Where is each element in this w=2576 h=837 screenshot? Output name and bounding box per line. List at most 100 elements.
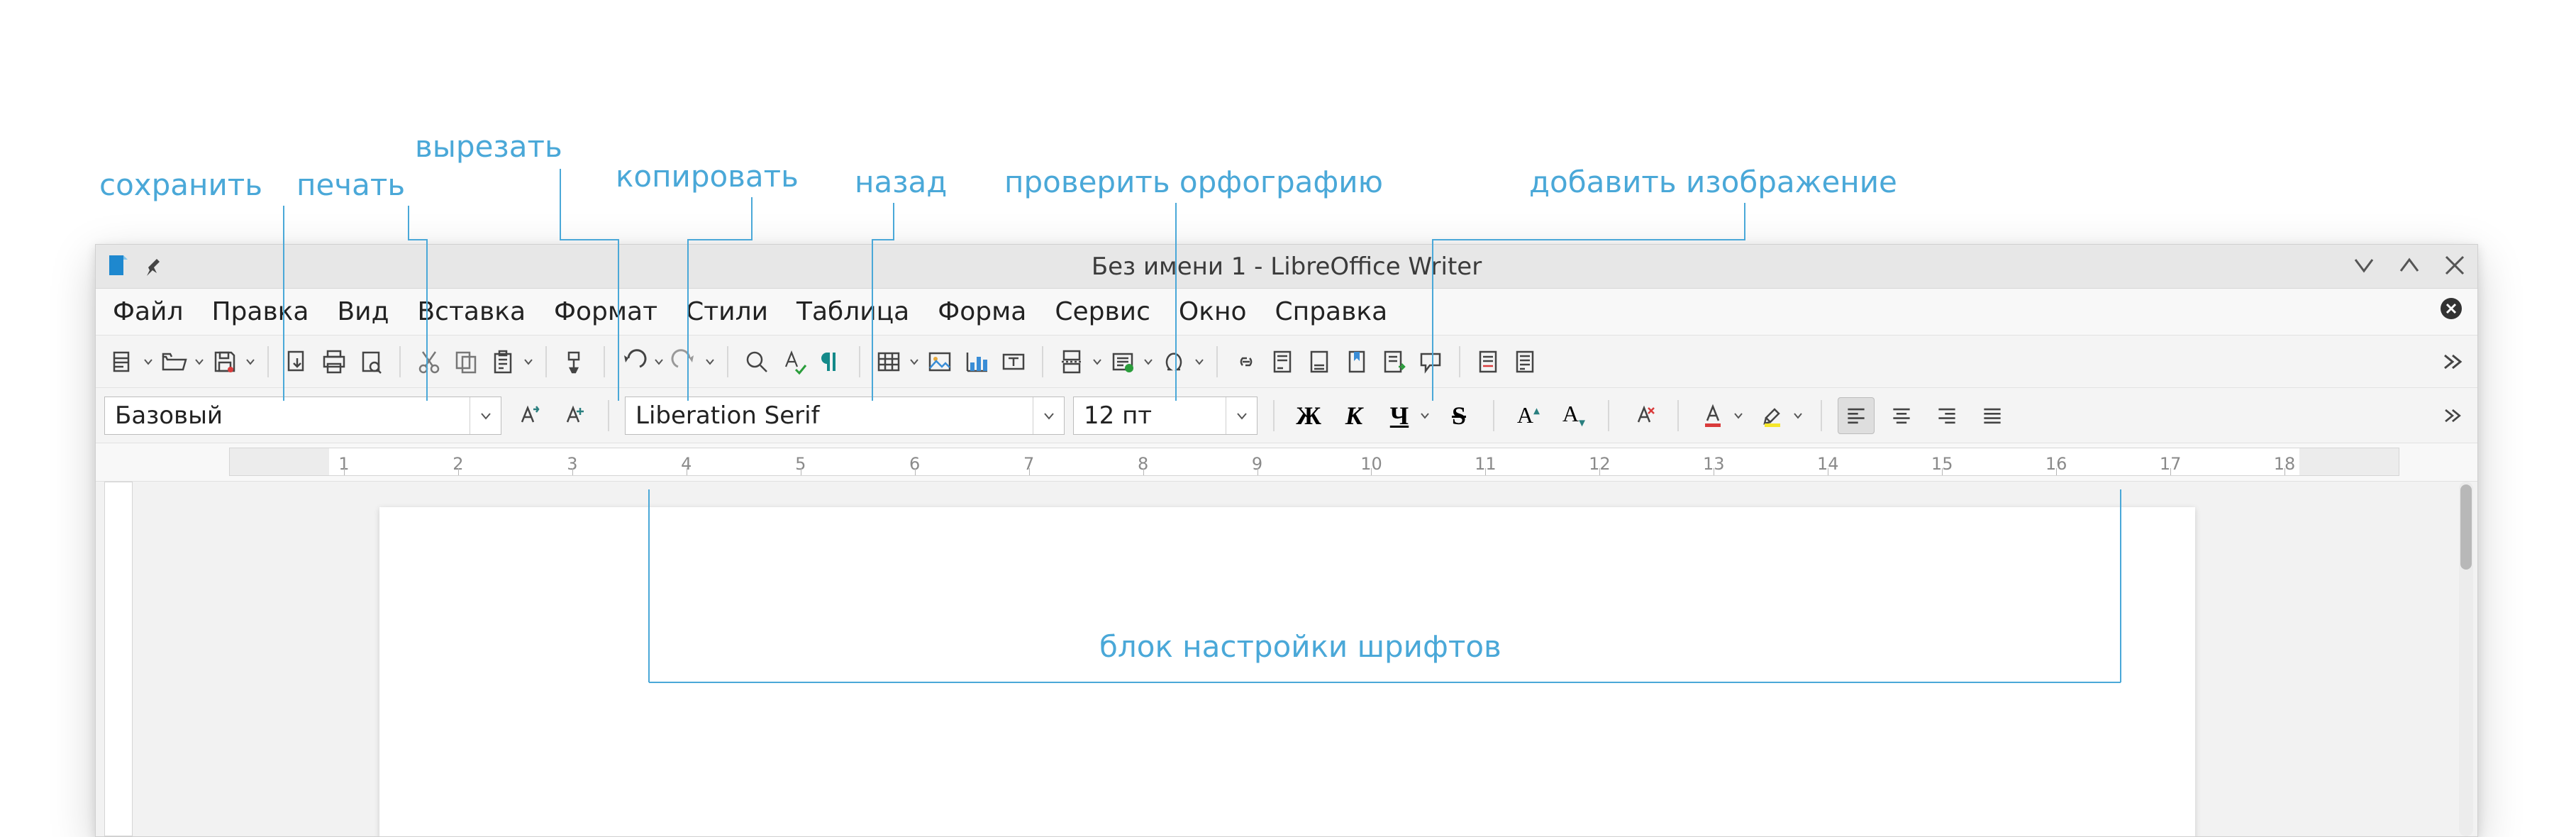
fmt-toolbar-overflow-button[interactable] bbox=[2433, 397, 2470, 434]
open-dropdown[interactable] bbox=[192, 343, 206, 380]
paste-button[interactable] bbox=[484, 343, 521, 380]
menu-format[interactable]: Формат bbox=[554, 297, 657, 326]
insert-field-button[interactable] bbox=[1104, 343, 1141, 380]
show-changes-button[interactable] bbox=[1507, 343, 1544, 380]
insert-chart-button[interactable] bbox=[958, 343, 995, 380]
menu-styles[interactable]: Стили bbox=[686, 297, 768, 326]
window-minimize-button[interactable] bbox=[2351, 253, 2377, 281]
font-name-dropdown[interactable] bbox=[1033, 397, 1064, 434]
italic-button[interactable]: К bbox=[1336, 397, 1372, 434]
highlight-color-button[interactable] bbox=[1754, 397, 1791, 434]
align-left-button[interactable] bbox=[1838, 397, 1875, 434]
menu-help[interactable]: Справка bbox=[1275, 297, 1388, 326]
new-style-button[interactable] bbox=[555, 397, 592, 434]
window-close-button[interactable] bbox=[2442, 253, 2467, 281]
insert-special-char-dropdown[interactable] bbox=[1192, 343, 1206, 380]
copy-button[interactable] bbox=[448, 343, 484, 380]
insert-endnote-button[interactable] bbox=[1301, 343, 1338, 380]
separator bbox=[604, 346, 605, 377]
paragraph-style-combo[interactable]: Базовый bbox=[104, 397, 501, 435]
bold-button[interactable]: Ж bbox=[1290, 397, 1327, 434]
paragraph-style-dropdown[interactable] bbox=[470, 397, 501, 434]
redo-dropdown[interactable] bbox=[703, 343, 717, 380]
standard-toolbar bbox=[96, 336, 2477, 388]
align-justify-button[interactable] bbox=[1974, 397, 2011, 434]
scrollbar-thumb[interactable] bbox=[2460, 484, 2472, 570]
insert-table-button[interactable] bbox=[870, 343, 907, 380]
document-area bbox=[96, 482, 2477, 836]
print-preview-button[interactable] bbox=[352, 343, 389, 380]
insert-hyperlink-button[interactable] bbox=[1228, 343, 1265, 380]
subscript-button[interactable]: A▾ bbox=[1555, 397, 1592, 434]
formatting-marks-button[interactable] bbox=[812, 343, 849, 380]
document-page[interactable] bbox=[379, 507, 2195, 836]
menu-tools[interactable]: Сервис bbox=[1055, 297, 1150, 326]
clear-formatting-button[interactable] bbox=[1625, 397, 1662, 434]
insert-comment-button[interactable] bbox=[1412, 343, 1449, 380]
underline-dropdown[interactable] bbox=[1418, 397, 1432, 434]
font-color-dropdown[interactable] bbox=[1731, 397, 1745, 434]
separator bbox=[1608, 400, 1609, 431]
insert-bookmark-button[interactable] bbox=[1338, 343, 1375, 380]
menu-window[interactable]: Окно bbox=[1179, 297, 1247, 326]
insert-field-dropdown[interactable] bbox=[1141, 343, 1155, 380]
insert-pagebreak-button[interactable] bbox=[1053, 343, 1090, 380]
font-size-combo[interactable]: 12 пт bbox=[1073, 397, 1258, 435]
insert-image-button[interactable] bbox=[921, 343, 958, 380]
new-document-dropdown[interactable] bbox=[141, 343, 155, 380]
annotation-print-label: печать bbox=[296, 167, 405, 202]
menu-file[interactable]: Файл bbox=[113, 297, 183, 326]
separator bbox=[399, 346, 401, 377]
pin-icon[interactable] bbox=[144, 255, 165, 279]
superscript-button[interactable]: A▴ bbox=[1510, 397, 1547, 434]
new-document-button[interactable] bbox=[104, 343, 141, 380]
clone-formatting-button[interactable] bbox=[557, 343, 594, 380]
print-button[interactable] bbox=[316, 343, 352, 380]
track-changes-button[interactable] bbox=[1470, 343, 1507, 380]
insert-special-char-button[interactable] bbox=[1155, 343, 1192, 380]
separator bbox=[1216, 346, 1218, 377]
insert-cross-ref-button[interactable] bbox=[1375, 343, 1412, 380]
highlight-color-dropdown[interactable] bbox=[1791, 397, 1805, 434]
save-button[interactable] bbox=[206, 343, 243, 380]
find-replace-button[interactable] bbox=[738, 343, 775, 380]
spellcheck-button[interactable] bbox=[775, 343, 812, 380]
underline-button[interactable]: Ч bbox=[1381, 397, 1418, 434]
undo-button[interactable] bbox=[615, 343, 652, 380]
redo-button[interactable] bbox=[666, 343, 703, 380]
align-center-button[interactable] bbox=[1883, 397, 1920, 434]
font-color-button[interactable] bbox=[1694, 397, 1731, 434]
vertical-ruler[interactable] bbox=[104, 482, 133, 836]
strikethrough-button[interactable]: S bbox=[1440, 397, 1477, 434]
vertical-scrollbar[interactable] bbox=[2459, 482, 2473, 836]
cut-button[interactable] bbox=[411, 343, 448, 380]
toolbar-overflow-button[interactable] bbox=[2433, 343, 2470, 380]
separator bbox=[1493, 400, 1494, 431]
menu-view[interactable]: Вид bbox=[337, 297, 389, 326]
insert-textbox-button[interactable] bbox=[995, 343, 1032, 380]
font-size-dropdown[interactable] bbox=[1226, 397, 1257, 434]
menu-table[interactable]: Таблица bbox=[796, 297, 909, 326]
align-right-button[interactable] bbox=[1928, 397, 1965, 434]
insert-pagebreak-dropdown[interactable] bbox=[1090, 343, 1104, 380]
menu-insert[interactable]: Вставка bbox=[417, 297, 526, 326]
menu-edit[interactable]: Правка bbox=[211, 297, 309, 326]
open-button[interactable] bbox=[155, 343, 192, 380]
annotation-cut-label: вырезать bbox=[415, 129, 562, 164]
separator bbox=[1821, 400, 1822, 431]
horizontal-ruler[interactable]: 123456789101112131415161718 bbox=[229, 448, 2399, 476]
document-close-icon[interactable] bbox=[2439, 296, 2463, 327]
undo-dropdown[interactable] bbox=[652, 343, 666, 380]
font-name-combo[interactable]: Liberation Serif bbox=[625, 397, 1065, 435]
annotation-undo-label: назад bbox=[855, 165, 947, 199]
paste-dropdown[interactable] bbox=[521, 343, 535, 380]
separator bbox=[267, 346, 269, 377]
export-pdf-button[interactable] bbox=[279, 343, 316, 380]
update-style-button[interactable] bbox=[510, 397, 547, 434]
annotation-save-label: сохранить bbox=[99, 167, 262, 202]
save-dropdown[interactable] bbox=[243, 343, 257, 380]
insert-footnote-button[interactable] bbox=[1265, 343, 1301, 380]
insert-table-dropdown[interactable] bbox=[907, 343, 921, 380]
window-maximize-button[interactable] bbox=[2397, 253, 2422, 281]
menu-form[interactable]: Форма bbox=[938, 297, 1026, 326]
